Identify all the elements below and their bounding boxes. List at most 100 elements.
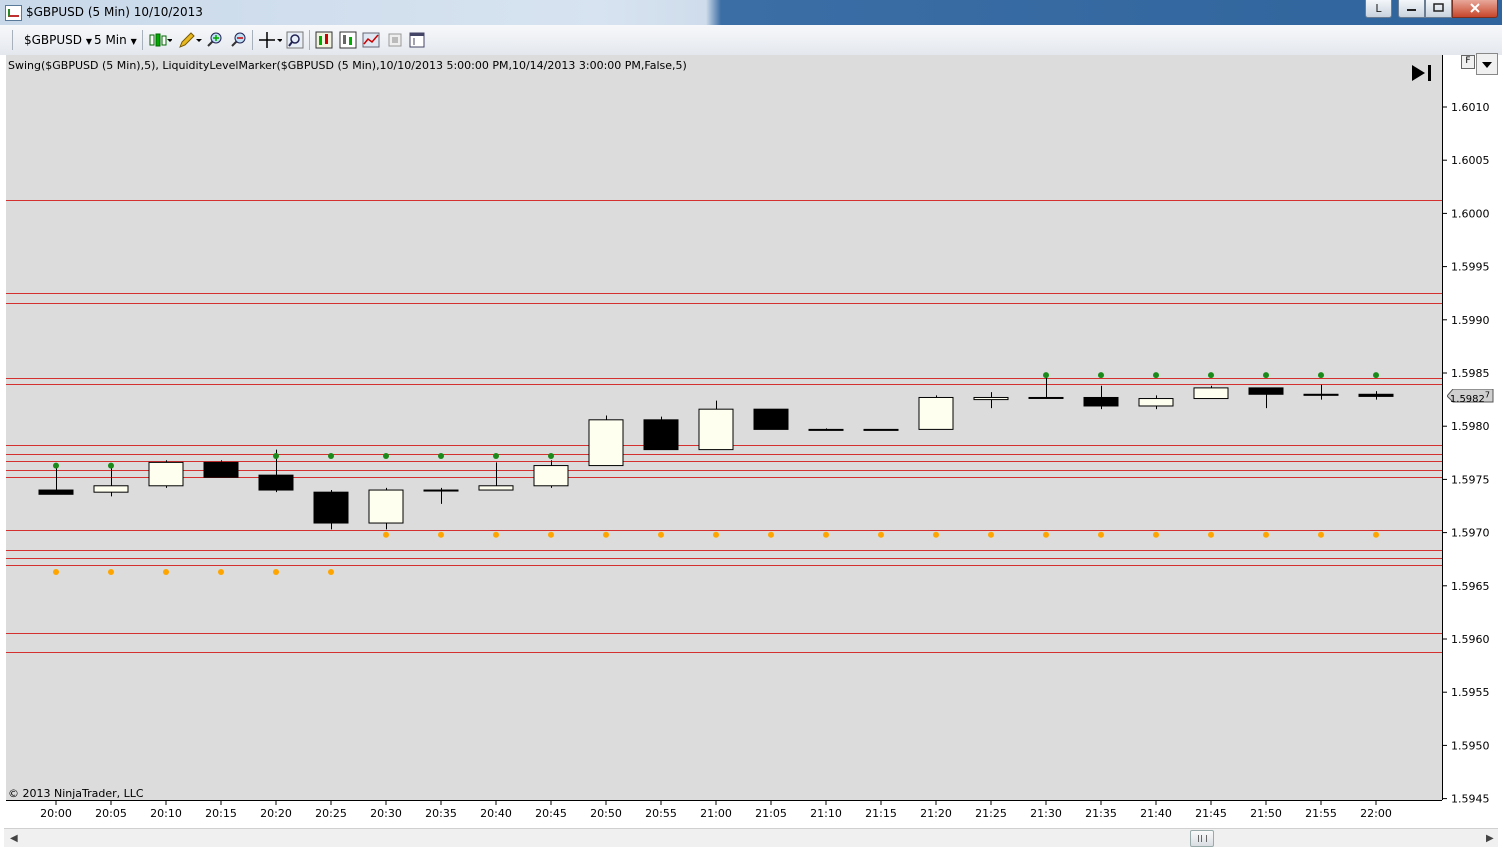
instrument-selector[interactable]: $GBPUSD ▼ (24, 30, 92, 50)
y-tick-label: 1.5950 (1451, 739, 1490, 752)
x-tick-label: 21:05 (755, 807, 787, 820)
x-tick-label: 21:45 (1195, 807, 1227, 820)
y-tick-label: 1.5945 (1451, 793, 1490, 806)
swing-low-dot (1263, 531, 1269, 538)
swing-low-dot (493, 531, 499, 538)
last-price-marker: 1.59827 (1447, 389, 1494, 406)
swing-low-dot (108, 568, 114, 575)
maximize-button[interactable] (1425, 0, 1452, 18)
pencil-draw-icon[interactable] (178, 31, 202, 49)
x-tick-label: 21:30 (1030, 807, 1062, 820)
candle-body (1083, 396, 1119, 407)
chevron-down-icon: ▼ (130, 37, 137, 46)
chevron-down-icon: ▼ (85, 37, 93, 46)
toolbar-separator (252, 30, 253, 50)
chart-trader-icon[interactable] (362, 31, 380, 49)
swing-low-dot (988, 531, 994, 538)
zoom-out-icon[interactable] (229, 31, 247, 49)
magnifier-icon[interactable] (286, 31, 304, 49)
candlestick-style-icon[interactable] (148, 31, 172, 49)
candle-body (313, 491, 349, 524)
minimize-button[interactable] (1398, 0, 1425, 18)
candle-body (203, 461, 239, 478)
window-title: $GBPUSD (5 Min) 10/10/2013 (26, 5, 203, 19)
scrollbar-thumb[interactable] (1190, 830, 1214, 847)
swing-low-dot (1098, 531, 1104, 538)
y-tick-label: 1.5970 (1451, 527, 1490, 540)
x-tick-label: 20:40 (480, 807, 512, 820)
candle-body (973, 396, 1009, 401)
y-tick-label: 1.5955 (1451, 686, 1490, 699)
price-chart[interactable]: 1.6010 1.6005 1.6000 1.5995 1.5990 1.5985 1.59… (0, 55, 1502, 828)
panel-menu-dropdown[interactable] (1476, 53, 1498, 75)
swing-low-dot (603, 531, 609, 538)
x-tick-label: 20:00 (40, 807, 72, 820)
swing-high-dot (273, 452, 279, 459)
x-tick-label: 21:50 (1250, 807, 1282, 820)
title-bar: $GBPUSD (5 Min) 10/10/2013 L (0, 0, 1502, 25)
scroll-left-arrow-icon[interactable]: ◀ (10, 833, 18, 844)
y-tick-label: 1.6005 (1451, 154, 1490, 167)
swing-low-dot (438, 531, 444, 538)
swing-high-dot (1208, 372, 1214, 379)
y-tick-label: 1.6000 (1451, 207, 1490, 220)
candle-body (1358, 393, 1394, 397)
y-tick-label: 1.5990 (1451, 314, 1490, 327)
close-button[interactable] (1452, 0, 1498, 18)
last-price-value: 1.5982 (1449, 394, 1485, 406)
link-button[interactable]: L (1365, 0, 1392, 18)
horizontal-scrollbar[interactable]: ◀ ▶ (4, 828, 1498, 847)
swing-low-dot (713, 531, 719, 538)
candle-body (1303, 393, 1339, 396)
candle-body (753, 408, 789, 430)
candle-body (808, 428, 844, 431)
swing-low-dot (1043, 531, 1049, 538)
interval-selector[interactable]: 5 Min ▼ (94, 30, 137, 50)
x-tick-label: 21:10 (810, 807, 842, 820)
scroll-right-arrow-icon[interactable]: ▶ (1486, 833, 1494, 844)
swing-high-dot (108, 462, 114, 469)
swing-low-dot (823, 531, 829, 538)
swing-low-dot (1373, 531, 1379, 538)
swing-high-dot (1263, 372, 1269, 379)
swing-high-dot (438, 452, 444, 459)
swing-low-dot (218, 568, 224, 575)
strategies-icon[interactable] (339, 31, 357, 49)
candle-body (1193, 387, 1229, 400)
swing-high-dot (493, 452, 499, 459)
go-to-latest-bar-icon[interactable] (1410, 63, 1436, 83)
chart-toolbar: $GBPUSD ▼ 5 Min ▼ (0, 25, 1502, 56)
swing-high-dot (1373, 372, 1379, 379)
data-box-icon[interactable] (386, 31, 404, 49)
panel-float-icon[interactable]: F (1461, 55, 1475, 69)
swing-high-dot (383, 452, 389, 459)
swing-low-dot (878, 531, 884, 538)
x-tick-label: 20:25 (315, 807, 347, 820)
candle-body (918, 396, 954, 430)
maximize-icon (1433, 3, 1444, 12)
swing-high-dot (1153, 372, 1159, 379)
swing-low-dot (53, 568, 59, 575)
indicators-icon[interactable] (315, 31, 333, 49)
properties-icon[interactable] (408, 31, 426, 49)
chart-app-icon (5, 5, 22, 21)
y-tick-label: 1.5980 (1451, 420, 1490, 433)
left-border (0, 55, 6, 828)
x-tick-label: 20:10 (150, 807, 182, 820)
swing-low-dot (163, 568, 169, 575)
y-tick-label: 1.5995 (1451, 261, 1490, 274)
candle-body (423, 489, 459, 492)
minimize-icon (1407, 9, 1416, 11)
crosshair-icon[interactable] (258, 31, 282, 49)
swing-low-dot (328, 568, 334, 575)
zoom-in-icon[interactable] (205, 31, 223, 49)
x-tick-label: 21:55 (1305, 807, 1337, 820)
candle-body (1138, 398, 1174, 407)
toolbar-grip (12, 30, 13, 50)
swing-low-dot (1318, 531, 1324, 538)
last-price-suffix: 7 (1484, 391, 1490, 400)
close-icon (1470, 3, 1480, 13)
instrument-label: $GBPUSD (24, 33, 83, 47)
y-tick-label: 1.6010 (1451, 101, 1490, 114)
candle-body (533, 465, 569, 487)
